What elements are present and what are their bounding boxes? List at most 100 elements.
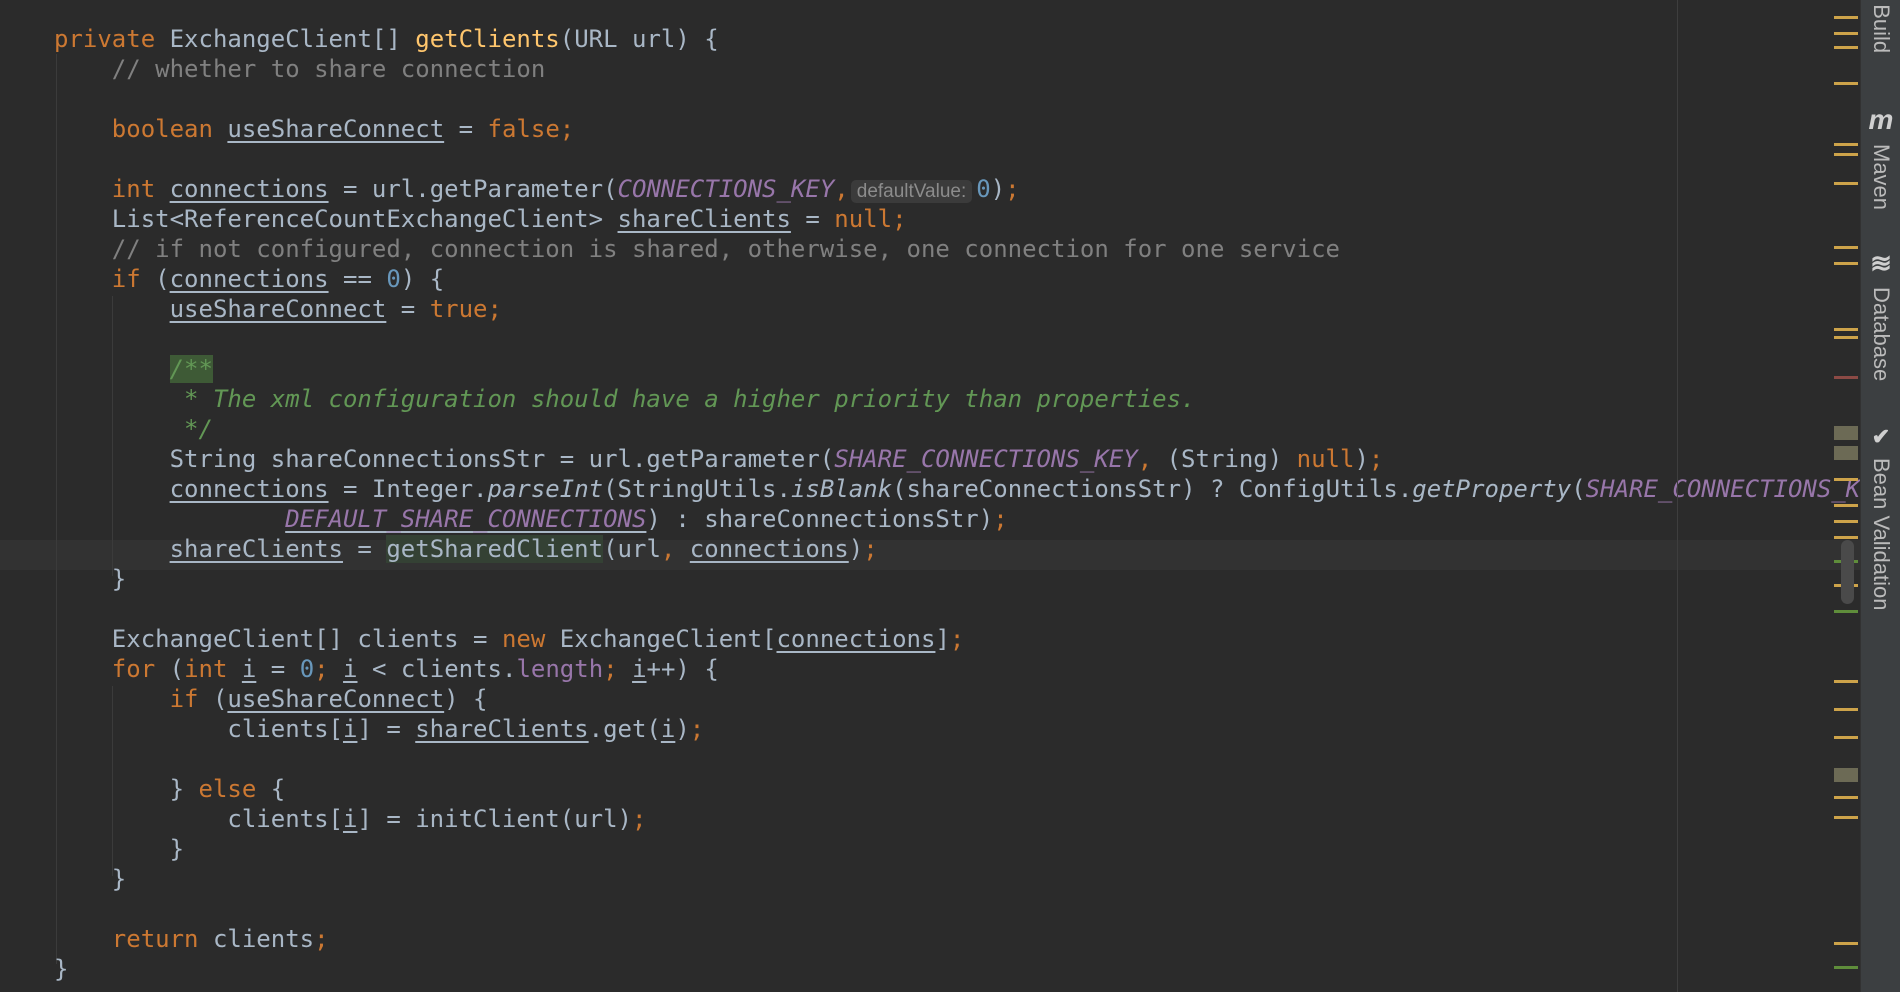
code-line: return clients; <box>54 924 329 954</box>
code-line: /** <box>54 354 213 384</box>
code-token: ) : shareConnectionsStr) <box>646 505 994 533</box>
stripe-marker[interactable] <box>1834 82 1858 85</box>
code-line: clients[i] = initClient(url); <box>54 804 646 834</box>
stripe-marker[interactable] <box>1834 262 1858 265</box>
vertical-scrollbar-thumb[interactable] <box>1841 540 1854 604</box>
code-line: */ <box>54 414 213 444</box>
code-token: connections <box>689 535 849 563</box>
stripe-marker[interactable] <box>1834 708 1858 711</box>
stripe-marker[interactable] <box>1834 536 1858 539</box>
stripe-marker[interactable] <box>1834 942 1858 945</box>
code-token: ) <box>1354 445 1369 473</box>
code-token: ] = initClient(url) <box>357 805 632 833</box>
code-token: ) { <box>444 685 488 713</box>
code-token: = url.getParameter( <box>328 175 618 203</box>
database-icon: ≋ <box>1870 248 1892 278</box>
code-token: ; <box>949 625 965 653</box>
stripe-marker[interactable] <box>1834 16 1858 19</box>
code-line: private ExchangeClient[] getClients(URL … <box>54 24 719 54</box>
stripe-marker[interactable] <box>1834 182 1858 185</box>
code-token: boolean <box>111 115 213 143</box>
stripe-marker[interactable] <box>1834 153 1858 156</box>
code-token: connections <box>169 265 329 293</box>
code-token: i <box>342 805 358 833</box>
code-token: getClients <box>415 25 560 53</box>
tool-tab-maven[interactable]: m Maven <box>1863 104 1899 210</box>
code-editor[interactable]: private ExchangeClient[] getClients(URL … <box>0 0 1860 992</box>
stripe-marker[interactable] <box>1834 46 1858 49</box>
stripe-marker[interactable] <box>1834 504 1858 507</box>
code-token: ) <box>675 715 690 743</box>
code-token: null <box>834 205 893 233</box>
code-token: , <box>660 535 676 563</box>
stripe-marker[interactable] <box>1834 768 1858 782</box>
code-token: if <box>169 685 199 713</box>
error-stripe[interactable] <box>1828 0 1860 992</box>
code-token: parseInt <box>487 475 604 503</box>
code-line: int connections = url.getParameter(CONNE… <box>54 174 1020 204</box>
stripe-marker[interactable] <box>1834 736 1858 739</box>
code-token: null <box>1296 445 1355 473</box>
stripe-marker[interactable] <box>1834 32 1858 35</box>
code-token: getProperty <box>1412 475 1572 503</box>
stripe-marker[interactable] <box>1834 610 1858 613</box>
stripe-marker[interactable] <box>1834 376 1858 379</box>
stripe-marker[interactable] <box>1834 796 1858 799</box>
bean-validation-icon: ✔ <box>1871 424 1891 449</box>
code-token: (url <box>603 535 661 563</box>
code-token: 0 <box>976 175 991 203</box>
stripe-marker[interactable] <box>1834 478 1858 481</box>
code-token: } <box>54 775 199 803</box>
code-token: i <box>241 655 257 683</box>
stripe-marker[interactable] <box>1834 816 1858 819</box>
code-token: SHARE_CONNECTIONS_KEY <box>834 445 1138 473</box>
stripe-marker[interactable] <box>1834 336 1858 339</box>
tool-tab-label: t Build <box>1869 0 1894 54</box>
stripe-marker[interactable] <box>1834 520 1858 523</box>
code-token: = <box>342 535 387 563</box>
code-token: } <box>54 865 127 893</box>
stripe-marker[interactable] <box>1834 446 1858 460</box>
code-token: i <box>660 715 676 743</box>
code-line: boolean useShareConnect = false; <box>54 114 574 144</box>
code-token: ++) { <box>646 655 719 683</box>
tool-tab-label: Database <box>1869 287 1894 382</box>
stripe-marker[interactable] <box>1834 328 1858 331</box>
code-token: length <box>516 655 604 683</box>
code-token: shareClients <box>169 535 343 563</box>
tool-tab-bean-validation[interactable]: ✔ Bean Validation <box>1863 424 1899 611</box>
stripe-marker[interactable] <box>1834 246 1858 249</box>
code-token: clients <box>198 925 315 953</box>
code-token: false <box>487 115 560 143</box>
tool-tab-database[interactable]: ≋ Database <box>1863 248 1899 381</box>
right-tool-window-bar: t Build m Maven ≋ Database ✔ Bean Valida… <box>1860 0 1900 992</box>
stripe-marker[interactable] <box>1834 680 1858 683</box>
code-line: * The xml configuration should have a hi… <box>54 384 1195 414</box>
code-token: String shareConnectionsStr = url.getPara… <box>54 445 835 473</box>
stripe-marker[interactable] <box>1834 143 1858 146</box>
code-line: } <box>54 564 126 594</box>
code-token: private <box>54 25 156 53</box>
code-token: if <box>111 265 141 293</box>
code-token: ExchangeClient[] clients = <box>54 625 502 653</box>
code-token: ExchangeClient[ <box>545 625 777 653</box>
code-token: i <box>343 655 358 683</box>
code-token: (String) <box>1152 445 1297 473</box>
code-token: new <box>501 625 546 653</box>
code-token: ; <box>487 295 502 323</box>
stripe-marker[interactable] <box>1834 966 1858 969</box>
code-token: = <box>444 115 488 143</box>
stripe-marker[interactable] <box>1834 426 1858 440</box>
code-line: if (useShareConnect) { <box>54 684 488 714</box>
code-token: ; <box>314 655 329 683</box>
code-token: CONNECTIONS_KEY <box>617 175 835 203</box>
code-token: ; <box>993 505 1008 533</box>
tool-tab-build[interactable]: t Build <box>1863 0 1899 53</box>
